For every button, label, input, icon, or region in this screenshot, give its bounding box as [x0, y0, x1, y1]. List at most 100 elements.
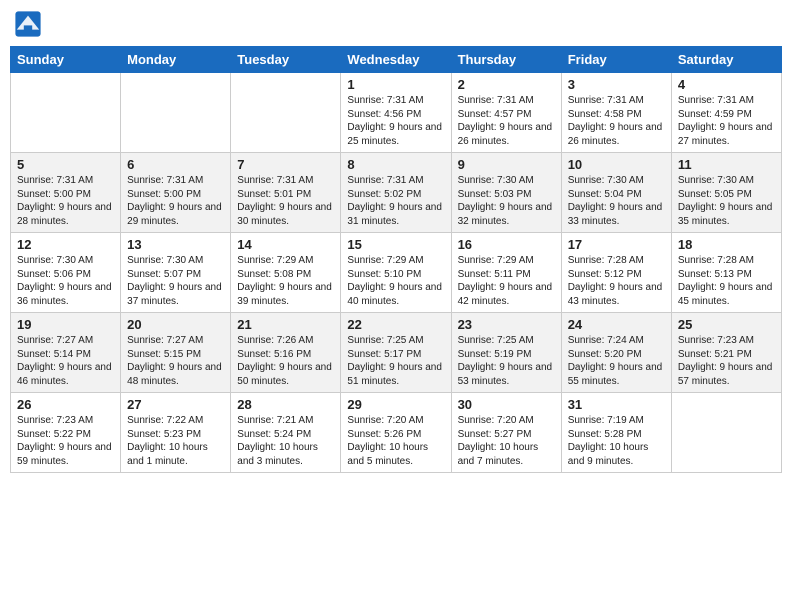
calendar-cell: 24 Sunrise: 7:24 AM Sunset: 5:20 PM Dayli…	[561, 313, 671, 393]
calendar-cell: 16 Sunrise: 7:29 AM Sunset: 5:11 PM Dayli…	[451, 233, 561, 313]
day-info: Sunrise: 7:30 AM Sunset: 5:04 PM Dayligh…	[568, 174, 665, 228]
weekday-header: Sunday	[11, 47, 121, 73]
calendar-week-row: 1 Sunrise: 7:31 AM Sunset: 4:56 PM Daylig…	[11, 73, 782, 153]
calendar-header: SundayMondayTuesdayWednesdayThursdayFrid…	[11, 47, 782, 73]
calendar-cell: 13 Sunrise: 7:30 AM Sunset: 5:07 PM Dayli…	[121, 233, 231, 313]
calendar-cell: 25 Sunrise: 7:23 AM Sunset: 5:21 PM Dayli…	[671, 313, 781, 393]
calendar-cell: 26 Sunrise: 7:23 AM Sunset: 5:22 PM Dayli…	[11, 393, 121, 473]
day-number: 23	[458, 317, 555, 332]
day-info: Sunrise: 7:24 AM Sunset: 5:20 PM Dayligh…	[568, 334, 665, 388]
calendar-week-row: 12 Sunrise: 7:30 AM Sunset: 5:06 PM Dayli…	[11, 233, 782, 313]
calendar-cell: 8 Sunrise: 7:31 AM Sunset: 5:02 PM Daylig…	[341, 153, 451, 233]
calendar-cell	[231, 73, 341, 153]
day-number: 26	[17, 397, 114, 412]
day-info: Sunrise: 7:31 AM Sunset: 4:56 PM Dayligh…	[347, 94, 444, 148]
day-info: Sunrise: 7:31 AM Sunset: 5:01 PM Dayligh…	[237, 174, 334, 228]
calendar-cell: 6 Sunrise: 7:31 AM Sunset: 5:00 PM Daylig…	[121, 153, 231, 233]
day-number: 27	[127, 397, 224, 412]
day-number: 30	[458, 397, 555, 412]
day-number: 14	[237, 237, 334, 252]
day-info: Sunrise: 7:23 AM Sunset: 5:21 PM Dayligh…	[678, 334, 775, 388]
calendar-cell: 29 Sunrise: 7:20 AM Sunset: 5:26 PM Dayli…	[341, 393, 451, 473]
calendar-cell: 15 Sunrise: 7:29 AM Sunset: 5:10 PM Dayli…	[341, 233, 451, 313]
day-number: 28	[237, 397, 334, 412]
day-number: 24	[568, 317, 665, 332]
day-info: Sunrise: 7:20 AM Sunset: 5:27 PM Dayligh…	[458, 414, 555, 468]
weekday-header: Thursday	[451, 47, 561, 73]
weekday-header: Tuesday	[231, 47, 341, 73]
day-info: Sunrise: 7:23 AM Sunset: 5:22 PM Dayligh…	[17, 414, 114, 468]
day-info: Sunrise: 7:26 AM Sunset: 5:16 PM Dayligh…	[237, 334, 334, 388]
calendar-cell: 21 Sunrise: 7:26 AM Sunset: 5:16 PM Dayli…	[231, 313, 341, 393]
day-number: 9	[458, 157, 555, 172]
calendar-cell: 19 Sunrise: 7:27 AM Sunset: 5:14 PM Dayli…	[11, 313, 121, 393]
calendar-cell: 31 Sunrise: 7:19 AM Sunset: 5:28 PM Dayli…	[561, 393, 671, 473]
calendar-cell: 7 Sunrise: 7:31 AM Sunset: 5:01 PM Daylig…	[231, 153, 341, 233]
day-number: 21	[237, 317, 334, 332]
weekday-header: Friday	[561, 47, 671, 73]
day-number: 8	[347, 157, 444, 172]
day-number: 1	[347, 77, 444, 92]
calendar-cell: 30 Sunrise: 7:20 AM Sunset: 5:27 PM Dayli…	[451, 393, 561, 473]
day-info: Sunrise: 7:25 AM Sunset: 5:19 PM Dayligh…	[458, 334, 555, 388]
day-info: Sunrise: 7:31 AM Sunset: 5:00 PM Dayligh…	[17, 174, 114, 228]
day-info: Sunrise: 7:27 AM Sunset: 5:14 PM Dayligh…	[17, 334, 114, 388]
day-number: 31	[568, 397, 665, 412]
calendar-cell: 5Sunrise: 7:31 AM Sunset: 5:00 PM Daylig…	[11, 153, 121, 233]
day-info: Sunrise: 7:25 AM Sunset: 5:17 PM Dayligh…	[347, 334, 444, 388]
calendar-cell	[11, 73, 121, 153]
day-info: Sunrise: 7:19 AM Sunset: 5:28 PM Dayligh…	[568, 414, 665, 468]
calendar-cell: 17 Sunrise: 7:28 AM Sunset: 5:12 PM Dayli…	[561, 233, 671, 313]
calendar-cell: 27Sunrise: 7:22 AM Sunset: 5:23 PM Dayli…	[121, 393, 231, 473]
day-number: 18	[678, 237, 775, 252]
calendar-cell: 4Sunrise: 7:31 AM Sunset: 4:59 PM Daylig…	[671, 73, 781, 153]
day-number: 17	[568, 237, 665, 252]
calendar-cell: 2 Sunrise: 7:31 AM Sunset: 4:57 PM Daylig…	[451, 73, 561, 153]
calendar-cell: 18 Sunrise: 7:28 AM Sunset: 5:13 PM Dayli…	[671, 233, 781, 313]
calendar-cell: 12 Sunrise: 7:30 AM Sunset: 5:06 PM Dayli…	[11, 233, 121, 313]
calendar-cell: 1 Sunrise: 7:31 AM Sunset: 4:56 PM Daylig…	[341, 73, 451, 153]
day-info: Sunrise: 7:29 AM Sunset: 5:11 PM Dayligh…	[458, 254, 555, 308]
calendar-cell: 23 Sunrise: 7:25 AM Sunset: 5:19 PM Dayli…	[451, 313, 561, 393]
day-info: Sunrise: 7:30 AM Sunset: 5:07 PM Dayligh…	[127, 254, 224, 308]
day-info: Sunrise: 7:30 AM Sunset: 5:05 PM Dayligh…	[678, 174, 775, 228]
weekday-header: Monday	[121, 47, 231, 73]
day-info: Sunrise: 7:31 AM Sunset: 4:57 PM Dayligh…	[458, 94, 555, 148]
day-number: 10	[568, 157, 665, 172]
day-number: 16	[458, 237, 555, 252]
calendar-table: SundayMondayTuesdayWednesdayThursdayFrid…	[10, 46, 782, 473]
day-number: 29	[347, 397, 444, 412]
day-number: 4	[678, 77, 775, 92]
calendar-cell: 20 Sunrise: 7:27 AM Sunset: 5:15 PM Dayli…	[121, 313, 231, 393]
day-info: Sunrise: 7:30 AM Sunset: 5:03 PM Dayligh…	[458, 174, 555, 228]
day-info: Sunrise: 7:31 AM Sunset: 4:58 PM Dayligh…	[568, 94, 665, 148]
day-number: 3	[568, 77, 665, 92]
calendar-cell	[671, 393, 781, 473]
day-number: 22	[347, 317, 444, 332]
calendar-cell: 9 Sunrise: 7:30 AM Sunset: 5:03 PM Daylig…	[451, 153, 561, 233]
day-number: 15	[347, 237, 444, 252]
day-info: Sunrise: 7:30 AM Sunset: 5:06 PM Dayligh…	[17, 254, 114, 308]
calendar-cell	[121, 73, 231, 153]
day-number: 7	[237, 157, 334, 172]
calendar-cell: 11Sunrise: 7:30 AM Sunset: 5:05 PM Dayli…	[671, 153, 781, 233]
day-info: Sunrise: 7:29 AM Sunset: 5:10 PM Dayligh…	[347, 254, 444, 308]
calendar-week-row: 19 Sunrise: 7:27 AM Sunset: 5:14 PM Dayli…	[11, 313, 782, 393]
day-info: Sunrise: 7:31 AM Sunset: 5:00 PM Dayligh…	[127, 174, 224, 228]
day-number: 6	[127, 157, 224, 172]
day-number: 12	[17, 237, 114, 252]
day-info: Sunrise: 7:31 AM Sunset: 5:02 PM Dayligh…	[347, 174, 444, 228]
day-info: Sunrise: 7:20 AM Sunset: 5:26 PM Dayligh…	[347, 414, 444, 468]
day-number: 19	[17, 317, 114, 332]
day-number: 20	[127, 317, 224, 332]
day-number: 2	[458, 77, 555, 92]
calendar-cell: 3 Sunrise: 7:31 AM Sunset: 4:58 PM Daylig…	[561, 73, 671, 153]
day-number: 25	[678, 317, 775, 332]
page-header	[10, 10, 782, 38]
calendar-cell: 28Sunrise: 7:21 AM Sunset: 5:24 PM Dayli…	[231, 393, 341, 473]
day-info: Sunrise: 7:28 AM Sunset: 5:13 PM Dayligh…	[678, 254, 775, 308]
day-info: Sunrise: 7:28 AM Sunset: 5:12 PM Dayligh…	[568, 254, 665, 308]
day-info: Sunrise: 7:27 AM Sunset: 5:15 PM Dayligh…	[127, 334, 224, 388]
day-number: 13	[127, 237, 224, 252]
weekday-row: SundayMondayTuesdayWednesdayThursdayFrid…	[11, 47, 782, 73]
